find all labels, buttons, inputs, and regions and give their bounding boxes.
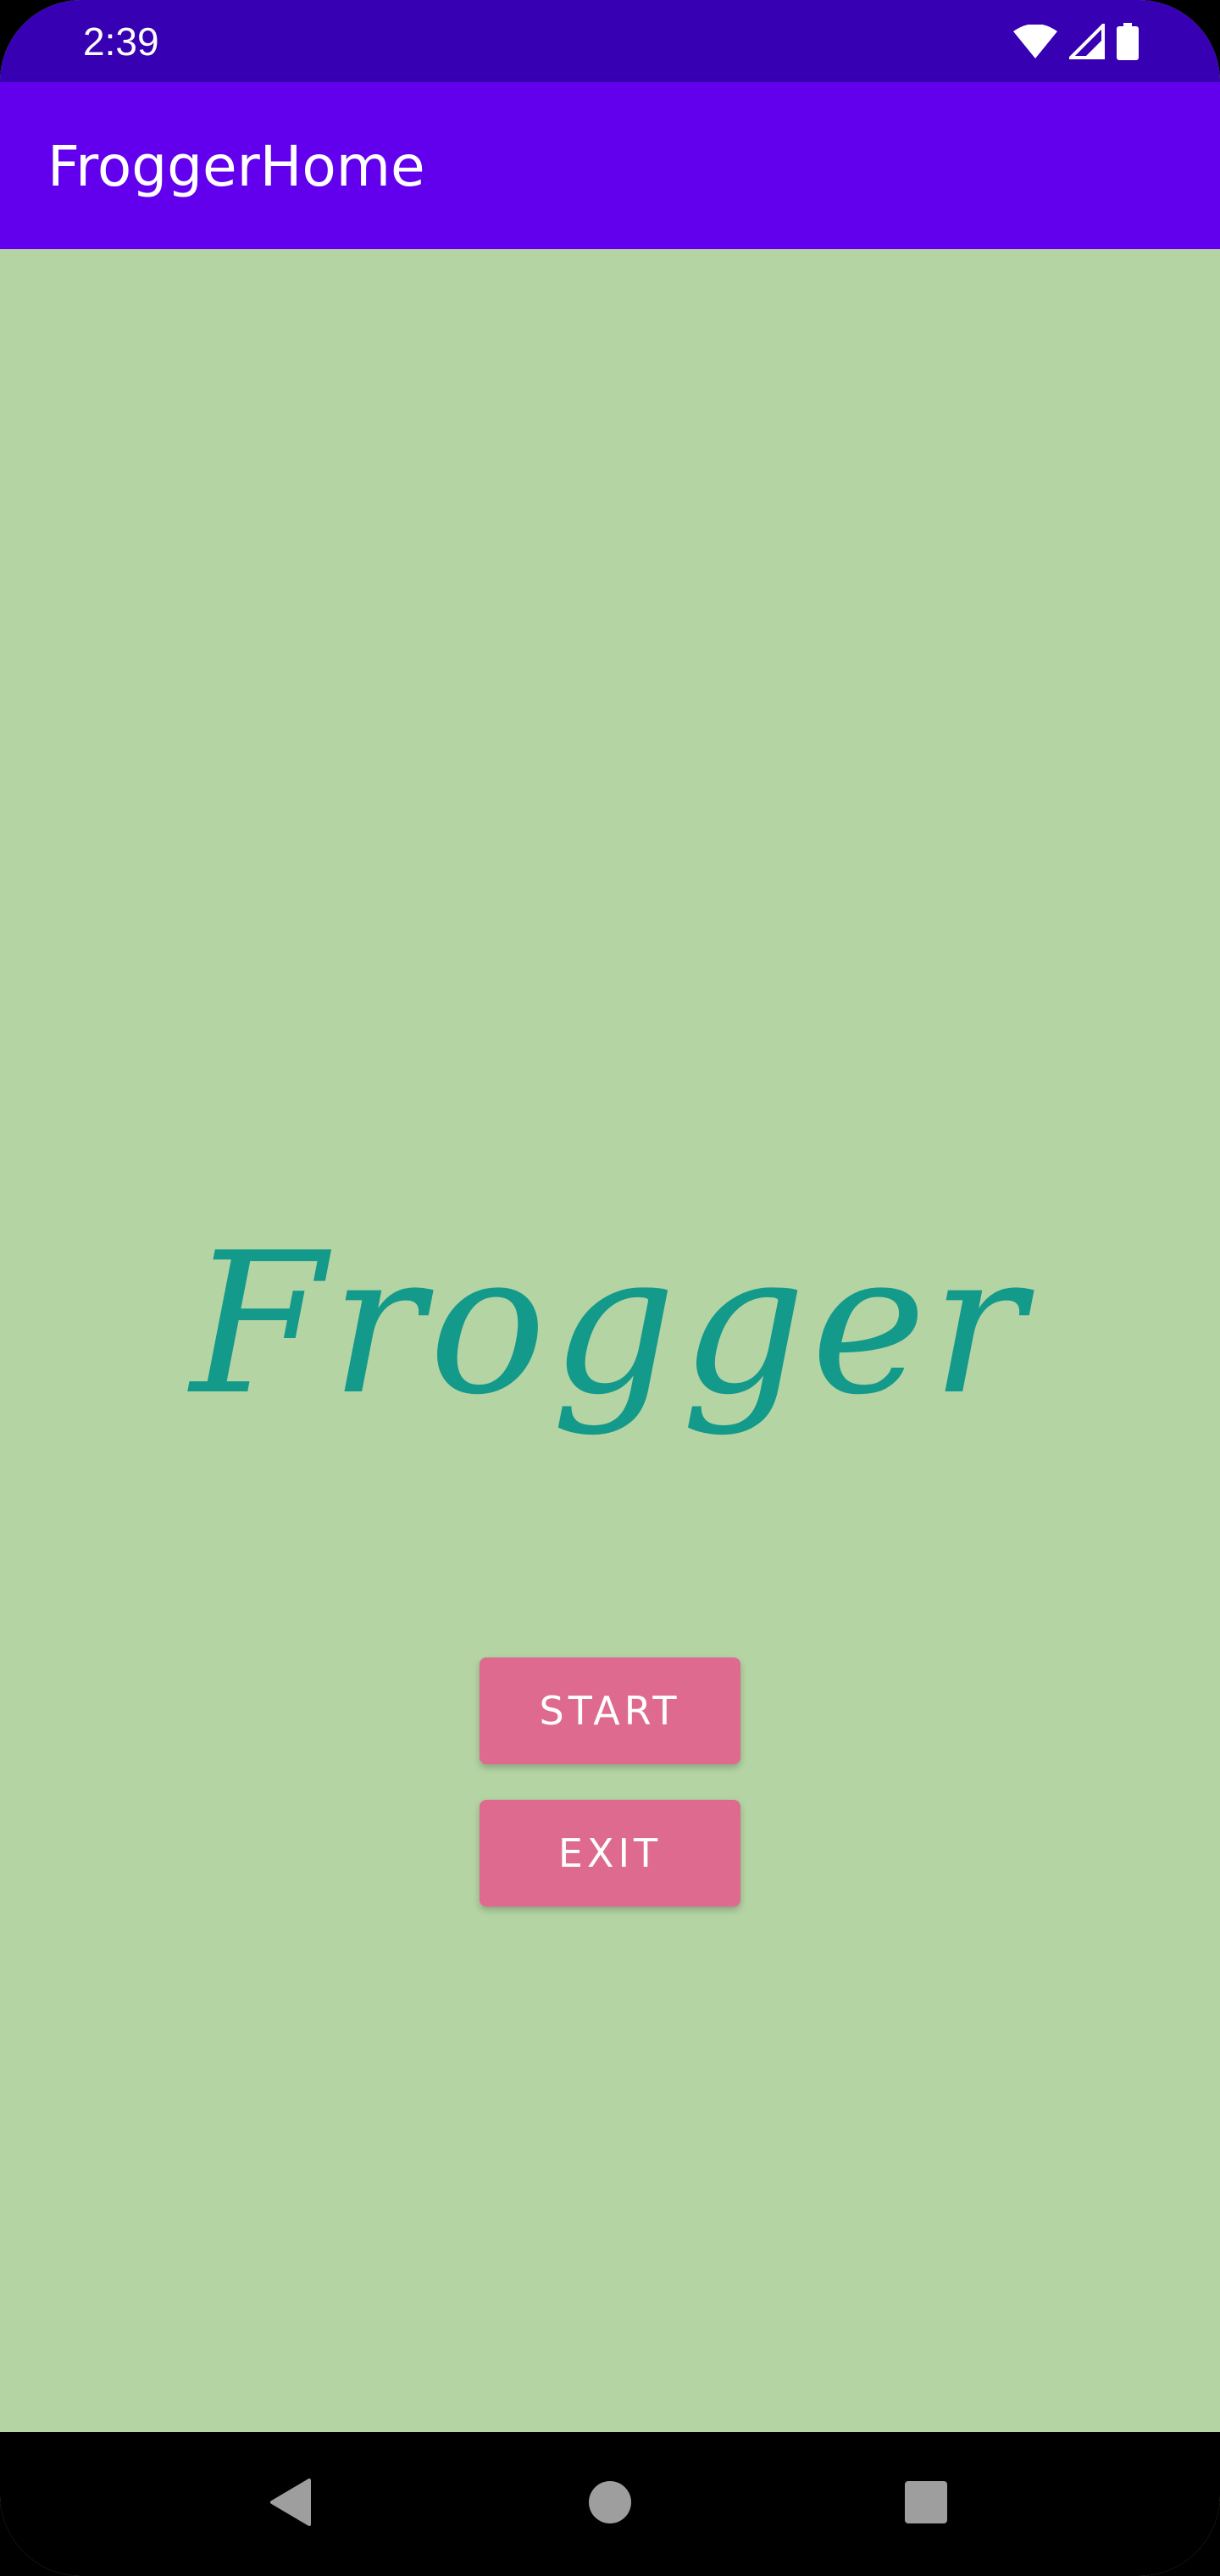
back-button[interactable]	[244, 2457, 337, 2551]
home-button[interactable]	[563, 2457, 657, 2551]
wifi-icon	[1013, 23, 1057, 63]
app-bar: FroggerHome	[0, 82, 1220, 249]
recents-icon	[903, 2479, 949, 2529]
home-icon	[587, 2479, 633, 2529]
back-icon	[265, 2477, 316, 2532]
status-icons	[1013, 20, 1139, 64]
start-button[interactable]: START	[480, 1657, 740, 1764]
status-time: 2:39	[83, 19, 159, 64]
main-content: Frogger START EXIT	[0, 249, 1220, 2432]
game-title: Frogger	[190, 1212, 1030, 1438]
cell-signal-icon	[1067, 20, 1105, 64]
exit-button[interactable]: EXIT	[480, 1800, 740, 1907]
battery-icon	[1117, 22, 1139, 64]
device-screen: 2:39 FroggerHome Frogger START EXIT	[0, 0, 1220, 2576]
status-bar: 2:39	[0, 0, 1220, 82]
recents-button[interactable]	[879, 2457, 973, 2551]
navigation-bar	[0, 2432, 1220, 2576]
app-title: FroggerHome	[47, 134, 425, 199]
